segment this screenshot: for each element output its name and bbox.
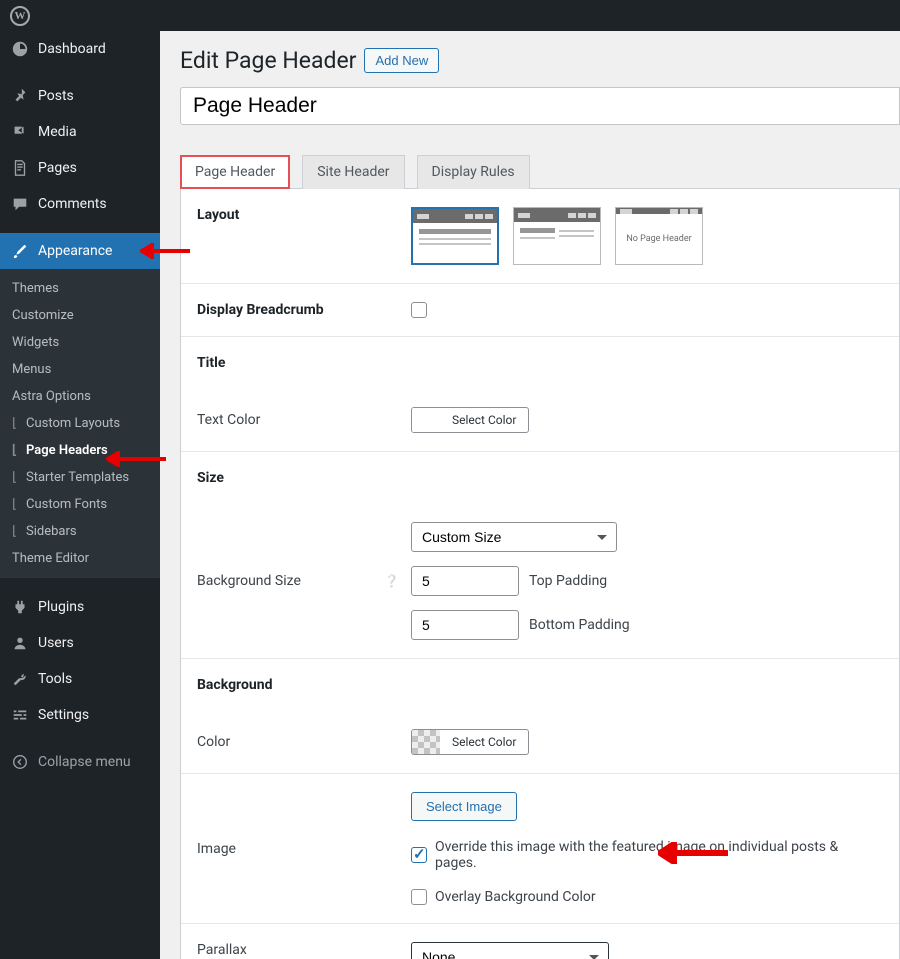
overlay-label: Overlay Background Color <box>435 889 596 905</box>
breadcrumb-checkbox[interactable] <box>411 302 427 318</box>
size-section-label: Size <box>181 452 411 504</box>
pipe-icon: ⌊ <box>12 497 22 512</box>
sidebar-item-media[interactable]: Media <box>0 114 160 150</box>
brush-icon <box>10 241 30 261</box>
sidebar-item-posts[interactable]: Posts <box>0 78 160 114</box>
sidebar-item-custom-fonts[interactable]: ⌊Custom Fonts <box>0 491 160 518</box>
dashboard-icon <box>10 39 30 59</box>
sidebar-item-menus[interactable]: Menus <box>0 356 160 383</box>
bottom-padding-label: Bottom Padding <box>529 617 630 633</box>
comment-icon <box>10 194 30 214</box>
color-swatch-icon <box>412 408 440 432</box>
pipe-icon: ⌊ <box>12 524 22 539</box>
sliders-icon <box>10 705 30 725</box>
page-heading: Edit Page Header <box>180 47 356 74</box>
annotation-arrow-icon <box>140 243 190 259</box>
parallax-label: Parallax <box>181 924 411 959</box>
bg-size-select[interactable]: Custom Size <box>411 522 617 552</box>
collapse-icon <box>10 752 30 772</box>
plugin-icon <box>10 597 30 617</box>
bg-size-label: Background Size ❔ <box>181 504 411 658</box>
sidebar-label: Pages <box>38 160 77 176</box>
tab-page-header[interactable]: Page Header <box>180 155 290 189</box>
sidebar-item-themes[interactable]: Themes <box>0 275 160 302</box>
sidebar-label: Media <box>38 124 77 140</box>
appearance-submenu: Themes Customize Widgets Menus Astra Opt… <box>0 269 160 578</box>
parallax-select[interactable]: None <box>411 942 609 959</box>
title-section-label: Title <box>181 337 411 389</box>
text-color-label: Text Color <box>181 389 411 451</box>
annotation-arrow-icon <box>106 451 166 467</box>
add-new-button[interactable]: Add New <box>364 48 439 73</box>
top-padding-input[interactable] <box>411 566 519 596</box>
select-image-button[interactable]: Select Image <box>411 792 517 821</box>
sidebar-label: Collapse menu <box>38 754 131 770</box>
sidebar-label: Settings <box>38 707 89 723</box>
sidebar-label: Appearance <box>38 243 112 259</box>
tab-display-rules[interactable]: Display Rules <box>417 155 530 189</box>
user-icon <box>10 633 30 653</box>
sidebar-item-appearance[interactable]: Appearance <box>0 233 160 269</box>
layout-option-3[interactable]: No Page Header <box>615 207 703 265</box>
annotation-arrow-icon <box>658 842 728 864</box>
top-padding-label: Top Padding <box>529 573 607 589</box>
layout-option-2[interactable] <box>513 207 601 265</box>
tab-site-header[interactable]: Site Header <box>302 155 404 189</box>
sidebar-label: Users <box>38 635 74 651</box>
wordpress-logo-icon[interactable]: W <box>10 6 30 26</box>
sidebar-item-settings[interactable]: Settings <box>0 697 160 733</box>
sidebar-label: Tools <box>38 671 72 687</box>
sidebar-item-dashboard[interactable]: Dashboard <box>0 31 160 67</box>
sidebar-item-astra-options[interactable]: Astra Options <box>0 383 160 410</box>
sidebar-item-tools[interactable]: Tools <box>0 661 160 697</box>
background-section-label: Background <box>181 659 411 711</box>
sidebar-item-pages[interactable]: Pages <box>0 150 160 186</box>
bottom-padding-input[interactable] <box>411 610 519 640</box>
media-icon <box>10 122 30 142</box>
color-swatch-icon <box>412 730 440 754</box>
bg-color-label: Color <box>181 711 411 773</box>
sidebar-item-plugins[interactable]: Plugins <box>0 589 160 625</box>
bg-size-select-wrap: Custom Size <box>411 522 617 552</box>
sidebar-label: Dashboard <box>38 41 106 57</box>
main-content: Edit Page Header Add New Page Header Sit… <box>160 0 900 959</box>
tab-list: Page Header Site Header Display Rules <box>180 155 900 189</box>
override-checkbox[interactable] <box>411 847 427 863</box>
sidebar-item-sidebars[interactable]: ⌊Sidebars <box>0 518 160 545</box>
pin-icon <box>10 86 30 106</box>
admin-topbar: W <box>0 0 900 31</box>
sidebar-item-theme-editor[interactable]: Theme Editor <box>0 545 160 572</box>
sidebar-item-starter-templates[interactable]: ⌊Starter Templates <box>0 464 160 491</box>
sidebar-item-widgets[interactable]: Widgets <box>0 329 160 356</box>
sidebar-label: Plugins <box>38 599 84 615</box>
sidebar-item-customize[interactable]: Customize <box>0 302 160 329</box>
overlay-checkbox[interactable] <box>411 889 427 905</box>
title-input[interactable] <box>180 87 900 125</box>
sidebar-label: Posts <box>38 88 74 104</box>
settings-panel: Layout No Page Header <box>180 189 900 959</box>
layout-label: Layout <box>181 189 411 283</box>
sidebar-item-users[interactable]: Users <box>0 625 160 661</box>
page-icon <box>10 158 30 178</box>
pipe-icon: ⌊ <box>12 470 22 485</box>
bg-color-button[interactable]: Select Color <box>411 729 529 755</box>
pipe-icon: ⌊ <box>12 443 22 458</box>
help-icon[interactable]: ❔ <box>384 574 399 588</box>
image-label: Image <box>181 823 411 875</box>
pipe-icon: ⌊ <box>12 416 22 431</box>
admin-sidebar: Dashboard Posts Media Pages Comments App… <box>0 0 160 959</box>
breadcrumb-label: Display Breadcrumb <box>181 284 411 336</box>
sidebar-collapse[interactable]: Collapse menu <box>0 744 160 780</box>
wrench-icon <box>10 669 30 689</box>
sidebar-label: Comments <box>38 196 107 212</box>
sidebar-item-comments[interactable]: Comments <box>0 186 160 222</box>
layout-option-1[interactable] <box>411 207 499 265</box>
text-color-button[interactable]: Select Color <box>411 407 529 433</box>
sidebar-item-custom-layouts[interactable]: ⌊Custom Layouts <box>0 410 160 437</box>
